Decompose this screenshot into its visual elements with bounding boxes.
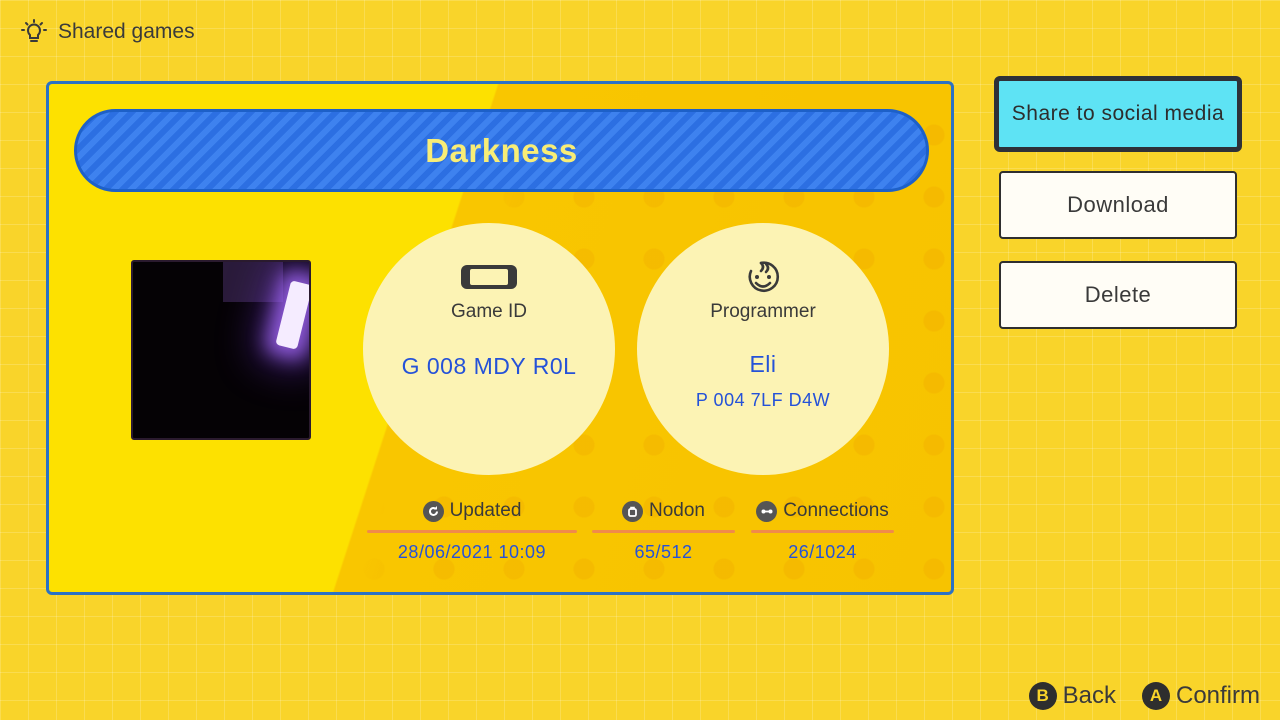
delete-button[interactable]: Delete: [999, 261, 1237, 329]
connections-divider: [751, 530, 894, 533]
nodon-value: 65/512: [634, 542, 693, 562]
lightbulb-icon: [21, 19, 47, 42]
connections-stat: Connections 26/1024: [751, 498, 894, 563]
back-label: Back: [1062, 682, 1116, 709]
programmer-id: P 004 7LF D4W: [695, 390, 831, 410]
updated-stat: Updated 28/06/2021 10:09: [367, 498, 577, 563]
connections-value: 26/1024: [788, 542, 857, 562]
nodon-divider: [592, 530, 735, 533]
updated-divider: [367, 530, 577, 533]
confirm-hint[interactable]: A Confirm: [1141, 682, 1260, 710]
nodon-label: Nodon: [649, 500, 705, 521]
game-title-bar: Darkness: [74, 109, 929, 192]
connections-icon: [756, 500, 778, 522]
game-title: Darkness: [425, 131, 578, 169]
confirm-label: Confirm: [1175, 682, 1260, 709]
game-thumbnail: [131, 260, 311, 440]
updated-label: Updated: [449, 500, 522, 521]
download-button[interactable]: Download: [999, 171, 1237, 239]
game-id-value: G 008 MDY R0L: [401, 353, 577, 379]
game-id-panel: Game ID G 008 MDY R0L: [363, 223, 615, 475]
button-hints: B Back A Confirm: [1028, 680, 1260, 712]
back-hint[interactable]: B Back: [1028, 682, 1116, 710]
connections-label: Connections: [783, 500, 889, 521]
refresh-icon: [422, 500, 444, 522]
programmer-panel: Programmer Eli P 004 7LF D4W: [637, 223, 889, 475]
share-to-social-media-button[interactable]: Share to social media: [994, 76, 1242, 152]
programmer-label: Programmer: [710, 301, 816, 322]
a-button-icon: A: [1141, 682, 1170, 710]
updated-value: 28/06/2021 10:09: [397, 542, 547, 562]
thumbnail-shape: [223, 262, 283, 302]
nodon-icon: [622, 500, 643, 522]
page-title: Shared games: [58, 20, 195, 43]
game-id-label: Game ID: [450, 301, 528, 322]
nodon-stat: Nodon 65/512: [592, 498, 735, 563]
console-icon: [459, 261, 519, 293]
game-detail-card: Darkness Game ID G 008 MDY R0L Programme…: [46, 81, 954, 595]
b-button-icon: B: [1028, 682, 1057, 710]
programmer-face-icon: [743, 261, 783, 293]
programmer-name: Eli: [749, 351, 777, 377]
page-header: Shared games: [20, 16, 195, 48]
